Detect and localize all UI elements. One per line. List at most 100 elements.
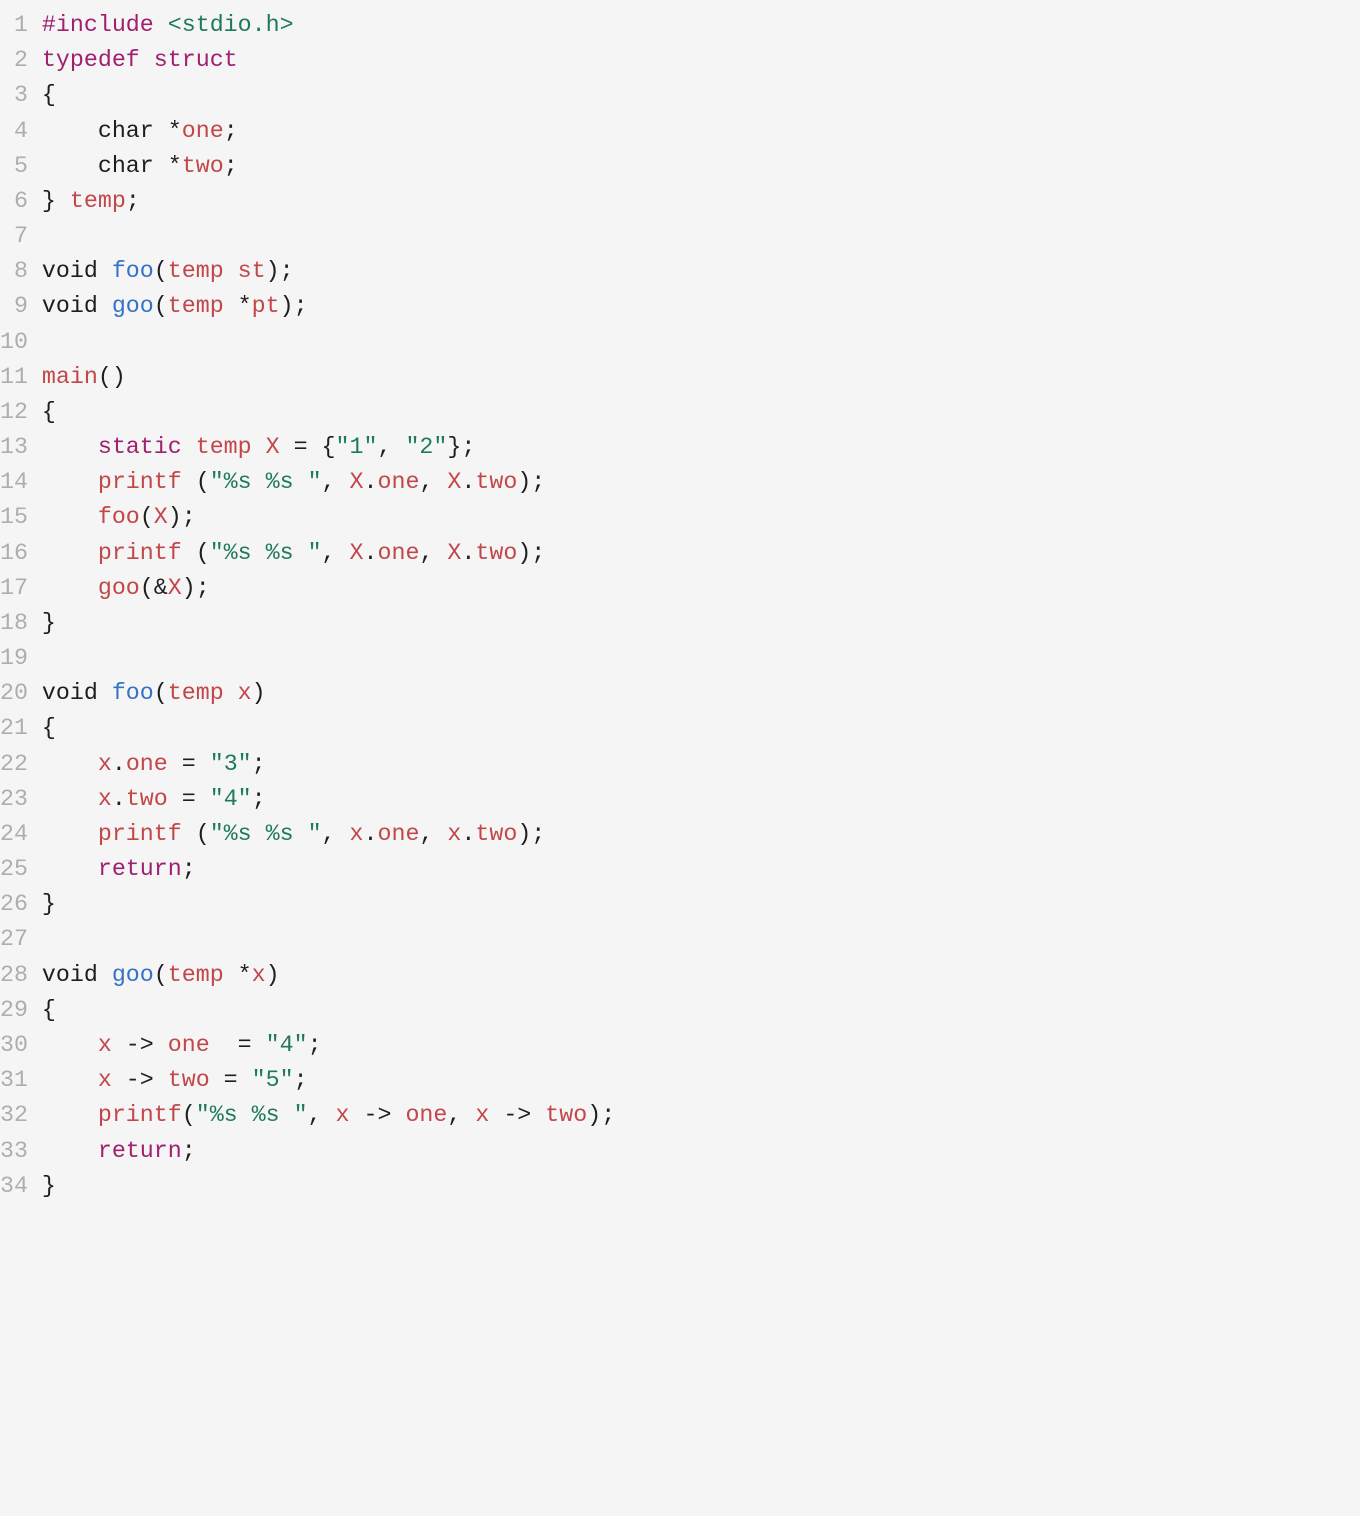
- token-pl: [42, 504, 98, 530]
- code-content: {: [42, 78, 1360, 113]
- code-line: 11main(): [0, 360, 1360, 395]
- code-content: main(): [42, 360, 1360, 395]
- line-number: 13: [0, 430, 42, 465]
- code-line: 13 static temp X = {"1", "2"};: [0, 430, 1360, 465]
- token-id: x: [238, 680, 252, 706]
- token-pl: void: [42, 293, 112, 319]
- token-id: st: [238, 258, 266, 284]
- line-number: 33: [0, 1134, 42, 1169]
- token-fn: goo: [112, 293, 154, 319]
- token-id: printf: [98, 1102, 182, 1128]
- code-line: 32 printf("%s %s ", x -> one, x -> two);: [0, 1098, 1360, 1133]
- code-content: goo(&X);: [42, 571, 1360, 606]
- token-pl: );: [182, 575, 210, 601]
- code-content: #include <stdio.h>: [42, 8, 1360, 43]
- token-pl: [224, 258, 238, 284]
- line-number: 30: [0, 1028, 42, 1063]
- line-number: 32: [0, 1098, 42, 1133]
- token-pl: ;: [252, 751, 266, 777]
- token-pl: [42, 1102, 98, 1128]
- token-fn: foo: [112, 680, 154, 706]
- token-str: "%s %s ": [210, 821, 322, 847]
- token-pl: [42, 786, 98, 812]
- token-pl: }: [42, 891, 56, 917]
- token-pl: [42, 751, 98, 777]
- line-number: 23: [0, 782, 42, 817]
- token-id: two: [545, 1102, 587, 1128]
- token-fn: foo: [112, 258, 154, 284]
- token-id: main: [42, 364, 98, 390]
- token-pl: ;: [294, 1067, 308, 1093]
- line-number: 16: [0, 536, 42, 571]
- token-pl: ;: [224, 153, 238, 179]
- token-pl: {: [42, 82, 56, 108]
- code-line: 28void goo(temp *x): [0, 958, 1360, 993]
- code-line: 21{: [0, 711, 1360, 746]
- token-str: "%s %s ": [210, 540, 322, 566]
- token-pl: ->: [350, 1102, 406, 1128]
- token-pl: (: [182, 821, 210, 847]
- token-pl: (: [154, 293, 168, 319]
- token-pl: {: [42, 399, 56, 425]
- token-pl: ,: [322, 469, 350, 495]
- token-id: printf: [98, 821, 182, 847]
- token-id: printf: [98, 469, 182, 495]
- line-number: 22: [0, 747, 42, 782]
- token-id: one: [168, 1032, 210, 1058]
- token-pl: [42, 856, 98, 882]
- token-id: two: [475, 540, 517, 566]
- code-line: 30 x -> one = "4";: [0, 1028, 1360, 1063]
- token-pl: ,: [322, 821, 350, 847]
- token-pl: .: [364, 540, 378, 566]
- code-content: x.two = "4";: [42, 782, 1360, 817]
- token-kw: static: [98, 434, 182, 460]
- line-number: 20: [0, 676, 42, 711]
- line-number: 9: [0, 289, 42, 324]
- code-line: 33 return;: [0, 1134, 1360, 1169]
- token-pl: ,: [377, 434, 405, 460]
- token-pl: ;: [224, 118, 238, 144]
- code-line: 9void goo(temp *pt);: [0, 289, 1360, 324]
- token-kw: struct: [154, 47, 238, 73]
- token-pl: =: [168, 786, 210, 812]
- token-id: one: [377, 821, 419, 847]
- token-str: "1": [336, 434, 378, 460]
- code-line: 2typedef struct: [0, 43, 1360, 78]
- token-fn: goo: [112, 962, 154, 988]
- token-id: two: [182, 153, 224, 179]
- token-pl: .: [461, 821, 475, 847]
- line-number: 3: [0, 78, 42, 113]
- code-line: 16 printf ("%s %s ", X.one, X.two);: [0, 536, 1360, 571]
- token-id: x: [475, 1102, 489, 1128]
- code-content: foo(X);: [42, 500, 1360, 535]
- token-id: two: [475, 469, 517, 495]
- token-pl: }: [42, 1173, 56, 1199]
- token-id: x: [98, 751, 112, 777]
- token-pl: {: [42, 715, 56, 741]
- token-str: "%s %s ": [210, 469, 322, 495]
- line-number: 31: [0, 1063, 42, 1098]
- token-pl: ,: [322, 540, 350, 566]
- token-id: foo: [98, 504, 140, 530]
- token-id: X: [350, 540, 364, 566]
- token-pl: );: [266, 258, 294, 284]
- token-id: x: [447, 821, 461, 847]
- token-pl: [182, 434, 196, 460]
- token-pl: ->: [112, 1032, 168, 1058]
- line-number: 18: [0, 606, 42, 641]
- token-id: x: [98, 1032, 112, 1058]
- token-pl: =: [210, 1067, 252, 1093]
- token-pl: (: [182, 469, 210, 495]
- token-pl: );: [280, 293, 308, 319]
- token-id: one: [377, 469, 419, 495]
- code-content: [42, 641, 1360, 676]
- code-line: 7: [0, 219, 1360, 254]
- token-pl: [42, 1067, 98, 1093]
- line-number: 28: [0, 958, 42, 993]
- code-line: 1#include <stdio.h>: [0, 8, 1360, 43]
- token-id: two: [126, 786, 168, 812]
- code-line: 14 printf ("%s %s ", X.one, X.two);: [0, 465, 1360, 500]
- token-pl: ,: [419, 469, 447, 495]
- line-number: 24: [0, 817, 42, 852]
- token-ty: temp: [168, 258, 224, 284]
